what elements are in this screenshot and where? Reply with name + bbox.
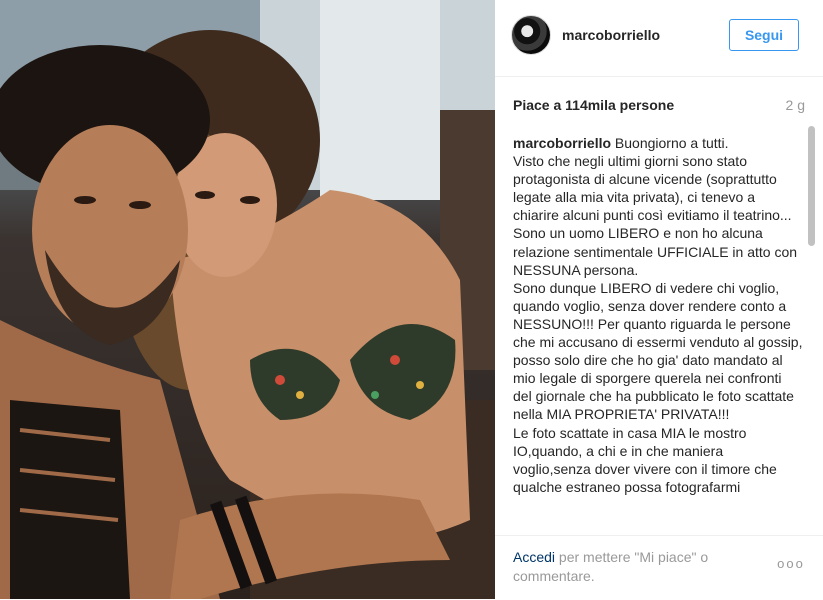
caption-line-1: Buongiorno a tutti. xyxy=(614,135,729,151)
caption-line-4: Le foto scattate in casa MIA le mostro I… xyxy=(513,424,777,495)
login-link[interactable]: Accedi xyxy=(513,549,555,565)
likes-count[interactable]: Piace a 114mila persone xyxy=(513,97,674,113)
post-header: marcoborriello Segui xyxy=(495,0,823,77)
follow-button[interactable]: Segui xyxy=(729,19,799,51)
post-timestamp[interactable]: 2 g xyxy=(786,97,805,113)
more-options-icon[interactable]: ooo xyxy=(775,556,807,572)
caption-line-3: Sono dunque LIBERO di vedere chi voglio,… xyxy=(513,279,803,423)
post-side-panel: marcoborriello Segui Piace a 114mila per… xyxy=(495,0,823,599)
avatar[interactable] xyxy=(511,15,551,55)
scrollbar-thumb[interactable] xyxy=(808,126,815,246)
caption-scrollbar[interactable] xyxy=(808,126,815,530)
photo-illustration xyxy=(0,0,495,599)
login-prompt: Accedi per mettere "Mi piace" o commenta… xyxy=(513,548,753,586)
caption-line-2: Visto che negli ultimi giorni sono stato… xyxy=(513,153,798,278)
post-photo[interactable] xyxy=(0,0,495,599)
post-footer: Accedi per mettere "Mi piace" o commenta… xyxy=(495,535,823,600)
caption-container: marcoborriello Buongiorno a tutti. Visto… xyxy=(513,134,803,528)
caption-username[interactable]: marcoborriello xyxy=(513,135,611,151)
post-username[interactable]: marcoborriello xyxy=(562,27,660,43)
likes-row: Piace a 114mila persone 2 g xyxy=(513,97,805,117)
caption-text: marcoborriello Buongiorno a tutti. Visto… xyxy=(513,134,803,496)
